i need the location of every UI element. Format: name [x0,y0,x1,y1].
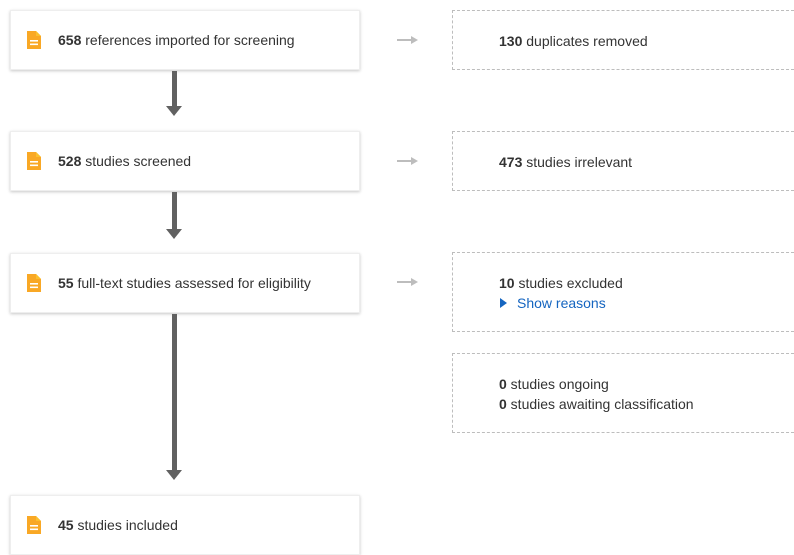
included-text: 45 studies included [58,517,178,533]
document-icon [27,516,41,534]
irrelevant-count: 473 [499,154,523,170]
arrow-right-icon [397,36,418,44]
flow-box-excluded: 10 studies excluded Show reasons [452,252,794,332]
included-label: studies included [73,517,178,533]
fulltext-count: 55 [58,275,74,291]
flow-box-irrelevant: 473 studies irrelevant [452,131,794,191]
irrelevant-label: studies irrelevant [522,154,633,170]
imported-count: 658 [58,32,82,48]
awaiting-text: 0 studies awaiting classification [499,394,794,414]
imported-label: references imported for screening [81,32,295,48]
arrow-down-shaft [172,314,177,471]
ongoing-count: 0 [499,376,507,392]
flow-box-imported: 658 references imported for screening [10,10,360,70]
arrow-right-icon [397,278,418,286]
included-count: 45 [58,517,74,533]
flow-box-included: 45 studies included [10,495,360,555]
duplicates-text: 130 duplicates removed [499,31,794,51]
arrow-down-icon [166,229,182,239]
imported-text: 658 references imported for screening [58,32,295,48]
show-reasons-label[interactable]: Show reasons [517,293,606,313]
screened-text: 528 studies screened [58,153,191,169]
excluded-text: 10 studies excluded [499,273,794,293]
flow-box-screened: 528 studies screened [10,131,360,191]
screened-label: studies screened [81,153,192,169]
document-icon [27,31,41,49]
excluded-label: studies excluded [514,275,623,291]
arrow-down-icon [166,106,182,116]
document-icon [27,274,41,292]
arrow-down-shaft [172,71,177,107]
awaiting-label: studies awaiting classification [506,396,694,412]
arrow-down-shaft [172,192,177,230]
show-reasons-toggle[interactable]: Show reasons [499,293,794,313]
irrelevant-text: 473 studies irrelevant [499,152,794,172]
arrow-right-icon [397,157,418,165]
ongoing-text: 0 studies ongoing [499,374,794,394]
arrow-down-icon [166,470,182,480]
triangle-right-icon [500,298,507,308]
ongoing-label: studies ongoing [506,376,609,392]
duplicates-label: duplicates removed [522,33,648,49]
excluded-count: 10 [499,275,515,291]
awaiting-count: 0 [499,396,507,412]
flow-box-other: 0 studies ongoing 0 studies awaiting cla… [452,353,794,433]
screened-count: 528 [58,153,82,169]
fulltext-label: full-text studies assessed for eligibili… [73,275,311,291]
duplicates-count: 130 [499,33,523,49]
flow-box-fulltext: 55 full-text studies assessed for eligib… [10,253,360,313]
document-icon [27,152,41,170]
fulltext-text: 55 full-text studies assessed for eligib… [58,275,311,291]
flow-box-duplicates: 130 duplicates removed [452,10,794,70]
